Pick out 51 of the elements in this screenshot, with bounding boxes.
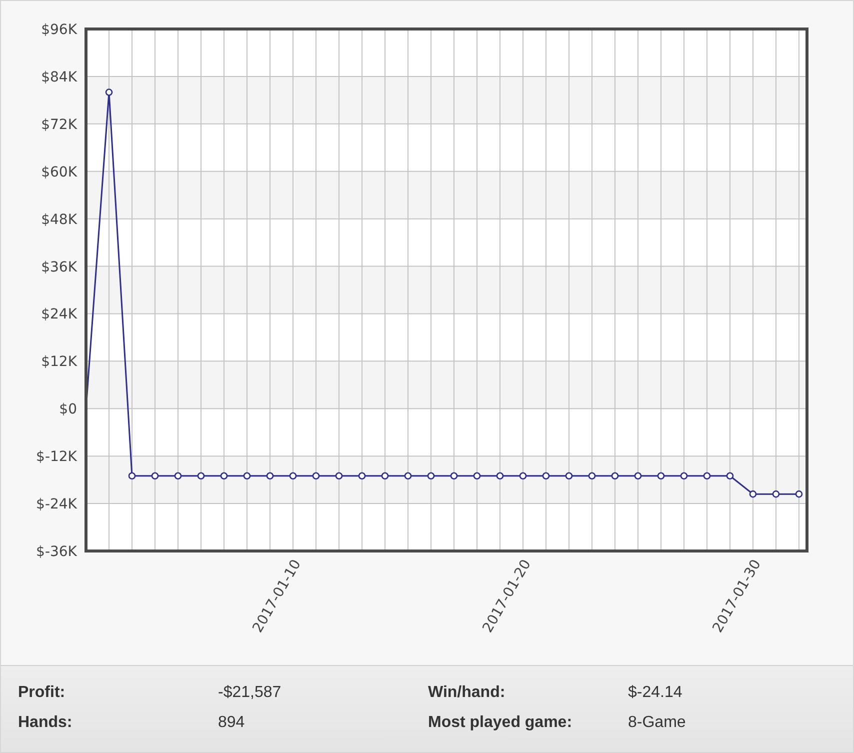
y-axis-label: $-12K: [36, 449, 77, 466]
data-point: [726, 472, 734, 480]
data-point: [795, 490, 803, 498]
stat-value: 894: [218, 714, 246, 732]
y-axis-label: $96K: [41, 22, 77, 38]
y-axis-label: $-36K: [36, 544, 77, 560]
data-point: [611, 472, 619, 480]
stat-label: Win/hand:: [428, 684, 506, 702]
data-point: [680, 472, 688, 480]
data-point: [473, 472, 481, 480]
data-point: [427, 472, 435, 480]
data-point: [772, 490, 780, 498]
data-point: [381, 472, 389, 480]
y-axis-label: $84K: [41, 69, 77, 86]
y-axis-label: $60K: [41, 164, 77, 180]
data-point: [243, 472, 251, 480]
stat-label: Hands:: [18, 714, 74, 732]
data-point: [657, 472, 665, 480]
data-point: [588, 472, 596, 480]
data-point: [174, 472, 182, 480]
stat-value: 8-Game: [628, 714, 687, 732]
y-axis-label: $72K: [41, 116, 77, 133]
stat-label: Profit:: [18, 684, 66, 702]
stat-value: $-24.14: [628, 684, 684, 702]
data-point: [128, 472, 136, 480]
data-point: [519, 472, 527, 480]
data-point: [105, 88, 113, 96]
y-axis-label: $36K: [41, 259, 77, 276]
y-axis-label: $0: [59, 402, 77, 418]
data-point: [266, 472, 274, 480]
data-point: [450, 472, 458, 480]
y-axis-label: $12K: [41, 354, 77, 370]
data-point: [197, 472, 205, 480]
data-point: [335, 472, 343, 480]
data-point: [496, 472, 504, 480]
data-point: [220, 472, 228, 480]
data-point: [634, 472, 642, 480]
data-point: [565, 472, 573, 480]
stat-label: Most played game:: [428, 714, 574, 732]
data-point: [404, 472, 412, 480]
data-point: [151, 472, 159, 480]
data-point: [289, 472, 297, 480]
data-point: [703, 472, 711, 480]
data-point: [358, 472, 366, 480]
y-axis-label: $48K: [41, 212, 77, 228]
data-point: [312, 472, 320, 480]
y-axis-label: $24K: [41, 306, 77, 323]
data-point: [749, 490, 757, 498]
data-point: [542, 472, 550, 480]
stat-value: -$21,587: [218, 684, 282, 702]
y-axis-label: $-24K: [36, 496, 77, 513]
